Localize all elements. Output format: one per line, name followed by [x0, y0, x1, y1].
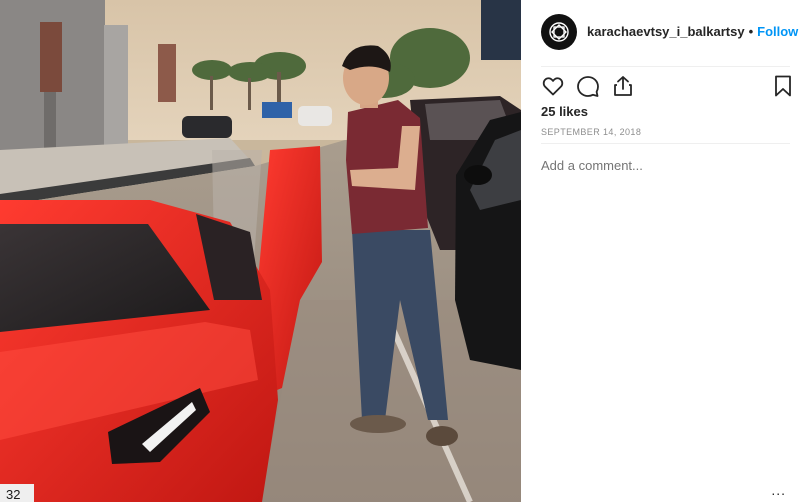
- handle-row: karachaevtsy_i_balkartsy • Follow: [587, 24, 798, 39]
- post-date: SEPTEMBER 14, 2018: [541, 127, 642, 137]
- comment-divider: [541, 143, 790, 144]
- license-plate: 32: [6, 487, 20, 502]
- post-photo[interactable]: 32: [0, 0, 521, 502]
- photo-image: 32: [0, 0, 521, 502]
- post-sidebar: karachaevtsy_i_balkartsy • Follow 25 lik…: [521, 0, 800, 502]
- bookmark-icon[interactable]: [771, 74, 797, 100]
- username-link[interactable]: karachaevtsy_i_balkartsy: [587, 24, 745, 39]
- comment-icon[interactable]: [576, 74, 602, 100]
- comment-input[interactable]: [541, 158, 781, 173]
- avatar[interactable]: [541, 14, 577, 50]
- heart-icon[interactable]: [541, 74, 567, 100]
- brand-logo-icon: [549, 22, 569, 42]
- action-bar: [541, 74, 791, 100]
- post-header: karachaevtsy_i_balkartsy • Follow: [521, 0, 800, 66]
- follow-button[interactable]: Follow: [757, 24, 798, 39]
- more-options-icon[interactable]: ...: [771, 482, 786, 498]
- share-icon[interactable]: [611, 74, 637, 100]
- separator-dot: •: [748, 24, 754, 39]
- likes-count[interactable]: 25 likes: [541, 104, 588, 119]
- header-divider: [541, 66, 790, 67]
